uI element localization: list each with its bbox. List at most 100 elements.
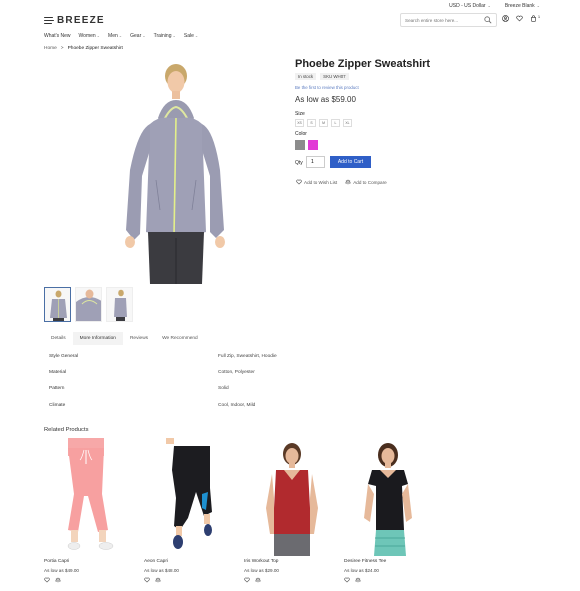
product-card: Desiree Fitness Tee As low as $24.00 — [344, 438, 444, 583]
nav-item-women[interactable]: Women⌄ — [79, 33, 101, 39]
thumbnail-side[interactable] — [106, 287, 133, 322]
product-card-actions — [244, 577, 261, 583]
site-logo[interactable]: BREEZE — [44, 15, 105, 26]
search-icon[interactable] — [484, 16, 492, 26]
attribute-value: Cool, Indoor, Mild — [218, 402, 256, 408]
nav-item-gear[interactable]: Gear⌄ — [130, 33, 145, 39]
product-card-image[interactable] — [144, 438, 224, 556]
color-options — [295, 140, 318, 150]
product-title: Phoebe Zipper Sweatshirt — [295, 58, 431, 70]
size-option-xl[interactable]: XL — [343, 119, 352, 127]
tab-more-information[interactable]: More Information — [72, 332, 123, 345]
chevron-down-icon: ⌄ — [536, 3, 540, 8]
product-card-name[interactable]: Desiree Fitness Tee — [344, 559, 386, 564]
breadcrumb-separator: > — [60, 46, 64, 51]
tab-reviews[interactable]: Reviews — [123, 332, 155, 345]
breadcrumb-home[interactable]: Home — [44, 46, 57, 51]
chevron-down-icon: ⌄ — [96, 33, 101, 38]
attribute-label: Material — [49, 370, 67, 376]
product-card-image[interactable] — [244, 438, 324, 556]
heart-icon[interactable] — [344, 577, 350, 583]
attribute-value: Full Zip, Sweatshirt, Hoodie — [218, 354, 277, 359]
cart-icon — [531, 15, 536, 22]
heart-icon[interactable] — [44, 577, 50, 583]
wishlist-icon[interactable] — [516, 15, 523, 24]
add-to-compare-link[interactable]: Add to Compare — [345, 179, 387, 185]
product-card-image[interactable] — [344, 438, 424, 556]
header-icons: 1 — [502, 15, 540, 24]
related-products-title: Related Products — [44, 427, 89, 433]
product-card-actions — [144, 577, 161, 583]
table-row: Climate Cool, Indoor, Mild — [49, 403, 349, 419]
compare-icon[interactable] — [55, 577, 61, 583]
color-swatch-purple[interactable] — [308, 140, 318, 150]
chevron-down-icon: ⌄ — [118, 33, 123, 38]
account-icon[interactable] — [502, 15, 509, 24]
nav-item-sale[interactable]: Sale⌄ — [184, 33, 198, 39]
attribute-label: Climate — [49, 402, 66, 408]
cart-count-badge: 1 — [538, 15, 540, 19]
related-products-list: Portia Capri As low as $49.00 Aeon Capri… — [44, 438, 444, 583]
add-to-cart-button[interactable]: Add to Cart — [330, 156, 371, 168]
search-box — [400, 13, 497, 27]
account-menu[interactable]: Breeze Blank ⌄ — [505, 3, 540, 9]
product-card: Aeon Capri As low as $48.00 — [144, 438, 244, 583]
stock-status: In stock — [295, 73, 317, 80]
tab-we-recommend[interactable]: We Recommend — [155, 332, 205, 345]
size-option-s[interactable]: S — [307, 119, 316, 127]
breadcrumb-current: Phoebe Zipper Sweatshirt — [67, 46, 123, 51]
qty-label: Qty — [295, 160, 303, 166]
product-main-image[interactable] — [108, 60, 244, 284]
table-row: Style General Full Zip, Sweatshirt, Hood… — [49, 354, 349, 370]
nav-item-whats-new[interactable]: What's New — [44, 33, 71, 39]
attribute-value: Solid — [218, 386, 229, 392]
thumbnail-front[interactable] — [44, 287, 71, 322]
product-tabs: Details More Information Reviews We Reco… — [44, 332, 205, 345]
qty-input[interactable] — [306, 156, 325, 168]
chevron-down-icon: ⌄ — [142, 33, 146, 38]
compare-icon — [345, 179, 351, 185]
heart-icon[interactable] — [144, 577, 150, 583]
main-nav: What's New Women⌄ Men⌄ Gear⌄ Training⌄ S… — [44, 33, 198, 39]
product-price: As low as $59.00 — [295, 95, 356, 104]
product-card-image[interactable] — [44, 438, 124, 556]
add-to-wishlist-link[interactable]: Add to Wish List — [296, 179, 337, 185]
compare-icon[interactable] — [155, 577, 161, 583]
account-label: Breeze Blank — [504, 3, 535, 9]
more-info-table: Style General Full Zip, Sweatshirt, Hood… — [49, 354, 349, 419]
size-option-xs[interactable]: XS — [295, 119, 304, 127]
nav-item-training[interactable]: Training⌄ — [154, 33, 176, 39]
compare-icon[interactable] — [255, 577, 261, 583]
size-option-l[interactable]: L — [331, 119, 340, 127]
product-sku: SKU WH07 — [320, 73, 349, 80]
logo-mark-icon — [44, 16, 54, 25]
compare-icon[interactable] — [355, 577, 361, 583]
size-option-m[interactable]: M — [319, 119, 328, 127]
product-card-name[interactable]: Iris Workout Top — [244, 559, 278, 564]
size-label: Size — [295, 111, 305, 117]
table-row: Material Cotton, Polyester — [49, 370, 349, 386]
thumbnail-detail[interactable] — [75, 287, 102, 322]
size-options: XS S M L XL — [295, 119, 352, 127]
breadcrumb: Home > Phoebe Zipper Sweatshirt — [44, 46, 123, 51]
attribute-label: Pattern — [49, 386, 65, 392]
product-card-name[interactable]: Portia Capri — [44, 559, 69, 564]
product-card: Portia Capri As low as $49.00 — [44, 438, 144, 583]
product-card-actions — [344, 577, 361, 583]
cart-button[interactable]: 1 — [530, 15, 540, 24]
search-input[interactable] — [405, 17, 485, 23]
color-swatch-gray[interactable] — [295, 140, 305, 150]
nav-item-men[interactable]: Men⌄ — [108, 33, 122, 39]
product-card-price: As low as $24.00 — [344, 568, 379, 573]
product-thumbnails — [44, 287, 133, 322]
product-card-actions — [44, 577, 61, 583]
chevron-down-icon: ⌄ — [172, 33, 176, 38]
product-card-price: As low as $29.00 — [244, 568, 279, 573]
product-card-price: As low as $48.00 — [144, 568, 179, 573]
review-link[interactable]: Be the first to review this product — [295, 85, 359, 90]
currency-label: USD - US Dollar — [449, 3, 486, 9]
currency-switcher[interactable]: USD - US Dollar ⌄ — [449, 3, 491, 9]
heart-icon[interactable] — [244, 577, 250, 583]
tab-details[interactable]: Details — [44, 332, 73, 345]
product-card-name[interactable]: Aeon Capri — [144, 559, 168, 564]
